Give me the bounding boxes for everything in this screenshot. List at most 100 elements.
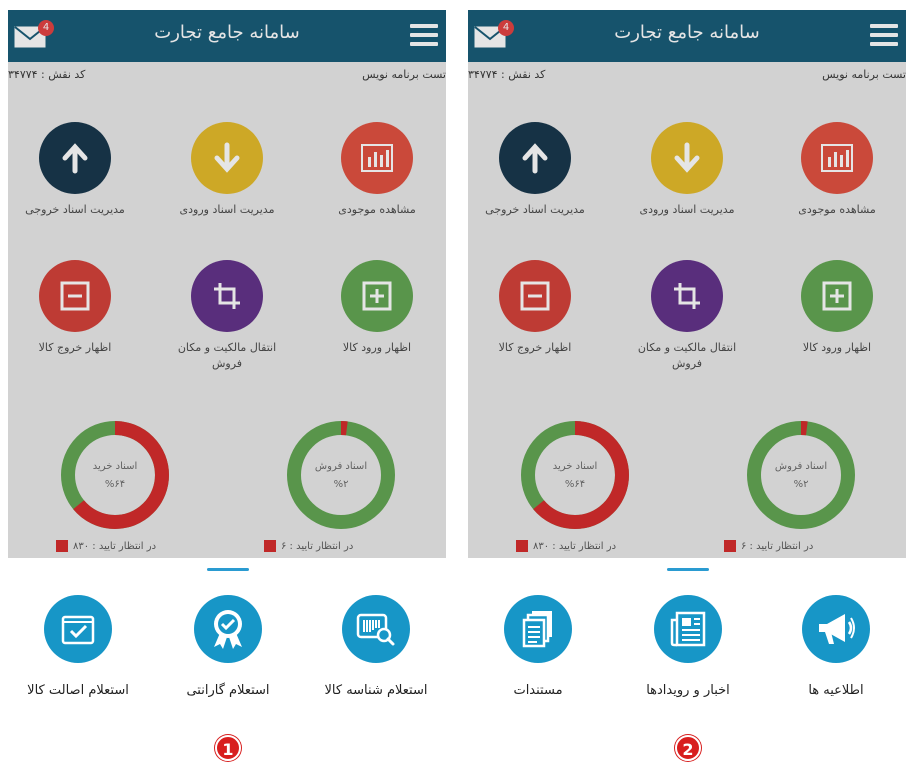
crop-icon bbox=[191, 260, 263, 332]
purchase-pending: در انتظار تایید : ۸۳۰ bbox=[56, 540, 156, 552]
donut-title: اسناد فروش bbox=[774, 461, 828, 472]
purchase-pending: در انتظار تایید : ۸۳۰ bbox=[516, 540, 616, 552]
tile-ownership-transfer[interactable]: انتقال مالکیت و مکان فروش bbox=[622, 260, 752, 372]
checked-box-icon bbox=[44, 595, 112, 663]
user-info-row: تست برنامه نویس کد نقش : ۳۴۷۷۴ bbox=[8, 68, 446, 86]
newspaper-icon bbox=[654, 595, 722, 663]
tile-label: مدیریت اسناد ورودی bbox=[179, 203, 275, 216]
tile-goods-exit[interactable]: اظهار خروج کالا bbox=[10, 260, 140, 356]
donut-title: اسناد خرید bbox=[552, 461, 598, 472]
arrow-down-icon bbox=[651, 122, 723, 194]
pending-text: در انتظار تایید : ۶ bbox=[281, 540, 354, 552]
action-label: استعلام گارانتی bbox=[186, 683, 270, 698]
tile-outgoing-docs[interactable]: مدیریت اسناد خروجی bbox=[470, 122, 600, 218]
legend-square bbox=[264, 540, 276, 552]
tile-outgoing-docs[interactable]: مدیریت اسناد خروجی bbox=[10, 122, 140, 218]
tile-label: مشاهده موجودی bbox=[798, 203, 876, 216]
donut-percent: %۲ bbox=[333, 479, 349, 490]
action-item-left[interactable]: مستندات bbox=[468, 595, 608, 698]
tile-label: اظهار خروج کالا bbox=[498, 341, 572, 354]
purchase-docs-donut[interactable]: اسناد خرید %۶۴ bbox=[60, 420, 170, 530]
user-name: تست برنامه نویس bbox=[362, 68, 446, 81]
app-title: سامانه جامع تجارت bbox=[614, 22, 760, 43]
action-item-left[interactable]: استعلام اصالت کالا bbox=[8, 595, 148, 698]
purchase-docs-donut[interactable]: اسناد خرید %۶۴ bbox=[520, 420, 630, 530]
tile-label: مشاهده موجودی bbox=[338, 203, 416, 216]
mail-button[interactable]: 4 bbox=[14, 20, 56, 54]
minus-box-icon bbox=[499, 260, 571, 332]
donut-percent: %۶۴ bbox=[104, 479, 126, 490]
tile-label: مدیریت اسناد خروجی bbox=[25, 203, 125, 216]
mail-button[interactable]: 4 bbox=[474, 20, 516, 54]
bottom-sheet-handle[interactable] bbox=[667, 568, 709, 571]
action-label: استعلام اصالت کالا bbox=[27, 683, 129, 698]
legend-square bbox=[516, 540, 528, 552]
dashboard-screen: سامانه جامع تجارت 4 تست برنامه نویس کد ن… bbox=[8, 10, 446, 558]
mail-badge: 4 bbox=[498, 20, 514, 36]
arrow-up-icon bbox=[499, 122, 571, 194]
donut-center: اسناد خرید %۶۴ bbox=[520, 458, 630, 494]
app-header: سامانه جامع تجارت 4 bbox=[468, 10, 906, 62]
step-number-badge: 1 bbox=[215, 735, 241, 761]
barcode-search-icon bbox=[342, 595, 410, 663]
action-label: مستندات bbox=[513, 683, 563, 698]
tile-label: مدیریت اسناد خروجی bbox=[485, 203, 585, 216]
legend-square bbox=[724, 540, 736, 552]
phone-screen-2: سامانه جامع تجارت 4 تست برنامه نویس کد ن… bbox=[468, 10, 906, 765]
tile-label: مدیریت اسناد ورودی bbox=[639, 203, 735, 216]
donut-percent: %۲ bbox=[793, 479, 809, 490]
action-item-center[interactable]: استعلام گارانتی bbox=[158, 595, 298, 698]
action-item-right[interactable]: استعلام شناسه کالا bbox=[306, 595, 446, 698]
tile-label: انتقال مالکیت و مکان فروش bbox=[637, 341, 737, 370]
tile-label: انتقال مالکیت و مکان فروش bbox=[177, 341, 277, 370]
user-name: تست برنامه نویس bbox=[822, 68, 906, 81]
legend-square bbox=[56, 540, 68, 552]
plus-box-icon bbox=[341, 260, 413, 332]
bar-chart-icon bbox=[341, 122, 413, 194]
crop-icon bbox=[651, 260, 723, 332]
mail-badge: 4 bbox=[38, 20, 54, 36]
donut-center: اسناد فروش %۲ bbox=[746, 458, 856, 494]
documents-icon bbox=[504, 595, 572, 663]
action-item-center[interactable]: اخبار و رویدادها bbox=[618, 595, 758, 698]
bottom-sheet-handle[interactable] bbox=[207, 568, 249, 571]
user-info-row: تست برنامه نویس کد نقش : ۳۴۷۷۴ bbox=[468, 68, 906, 86]
tile-incoming-docs[interactable]: مدیریت اسناد ورودی bbox=[622, 122, 752, 218]
pending-text: در انتظار تایید : ۶ bbox=[741, 540, 814, 552]
plus-box-icon bbox=[801, 260, 873, 332]
tile-inventory[interactable]: مشاهده موجودی bbox=[772, 122, 902, 218]
arrow-down-icon bbox=[191, 122, 263, 194]
sales-docs-donut[interactable]: اسناد فروش %۲ bbox=[746, 420, 856, 530]
app-header: سامانه جامع تجارت 4 bbox=[8, 10, 446, 62]
dashboard-screen: سامانه جامع تجارت 4 تست برنامه نویس کد ن… bbox=[468, 10, 906, 558]
tile-label: اظهار ورود کالا bbox=[342, 341, 412, 354]
tile-incoming-docs[interactable]: مدیریت اسناد ورودی bbox=[162, 122, 292, 218]
role-code: کد نقش : ۳۴۷۷۴ bbox=[468, 68, 546, 81]
warranty-badge-icon bbox=[194, 595, 262, 663]
donut-center: اسناد فروش %۲ bbox=[286, 458, 396, 494]
action-item-right[interactable]: اطلاعیه ها bbox=[766, 595, 906, 698]
pending-text: در انتظار تایید : ۸۳۰ bbox=[73, 540, 157, 552]
tile-inventory[interactable]: مشاهده موجودی bbox=[312, 122, 442, 218]
app-title: سامانه جامع تجارت bbox=[154, 22, 300, 43]
role-code: کد نقش : ۳۴۷۷۴ bbox=[8, 68, 86, 81]
tile-label: اظهار ورود کالا bbox=[802, 341, 872, 354]
tile-label: اظهار خروج کالا bbox=[38, 341, 112, 354]
action-label: استعلام شناسه کالا bbox=[324, 683, 428, 698]
tile-goods-entry[interactable]: اظهار ورود کالا bbox=[312, 260, 442, 356]
donut-center: اسناد خرید %۶۴ bbox=[60, 458, 170, 494]
tile-ownership-transfer[interactable]: انتقال مالکیت و مکان فروش bbox=[162, 260, 292, 372]
bar-chart-icon bbox=[801, 122, 873, 194]
sales-pending: در انتظار تایید : ۶ bbox=[724, 540, 813, 552]
step-number-badge: 2 bbox=[675, 735, 701, 761]
sales-docs-donut[interactable]: اسناد فروش %۲ bbox=[286, 420, 396, 530]
tile-goods-entry[interactable]: اظهار ورود کالا bbox=[772, 260, 902, 356]
action-label: اطلاعیه ها bbox=[808, 683, 864, 698]
action-label: اخبار و رویدادها bbox=[646, 683, 730, 698]
arrow-up-icon bbox=[39, 122, 111, 194]
phone-screen-1: سامانه جامع تجارت 4 تست برنامه نویس کد ن… bbox=[8, 10, 446, 765]
donut-title: اسناد خرید bbox=[92, 461, 138, 472]
minus-box-icon bbox=[39, 260, 111, 332]
tile-goods-exit[interactable]: اظهار خروج کالا bbox=[470, 260, 600, 356]
donut-percent: %۶۴ bbox=[564, 479, 586, 490]
